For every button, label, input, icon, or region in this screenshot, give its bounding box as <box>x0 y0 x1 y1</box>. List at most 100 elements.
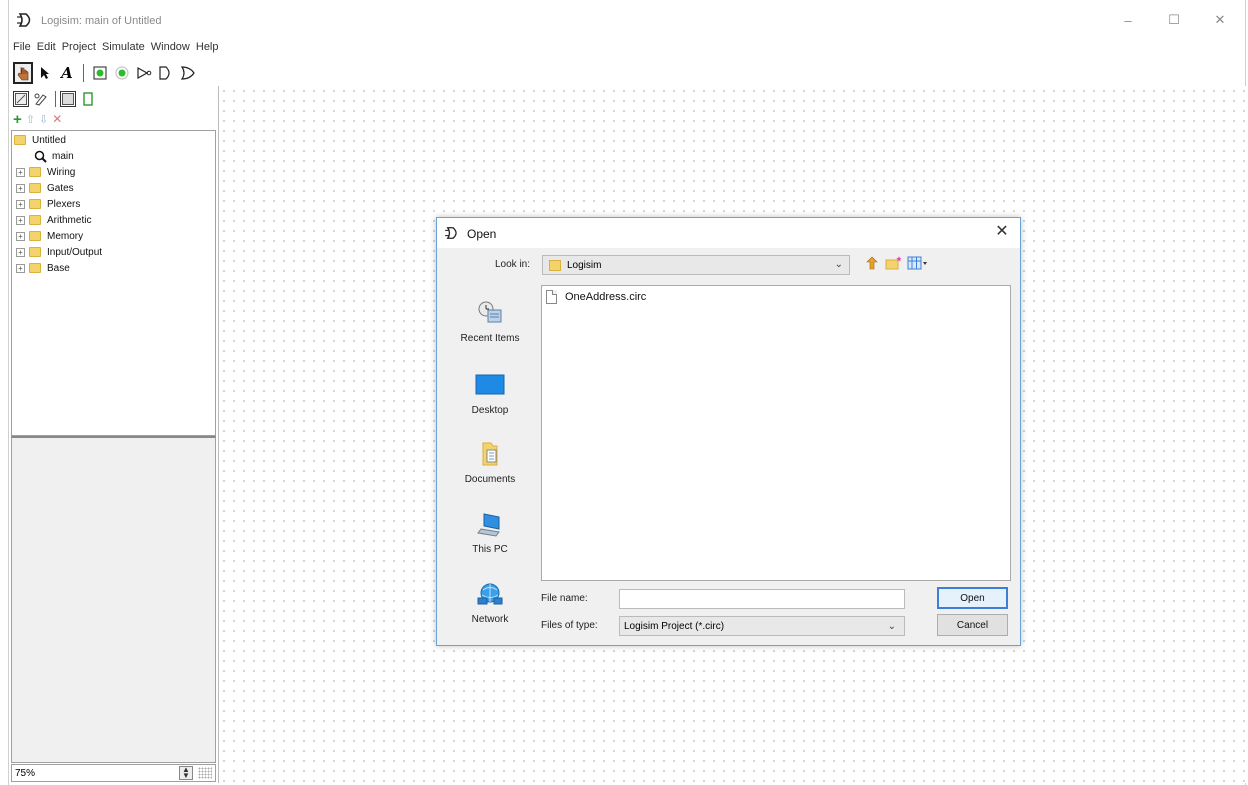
menu-edit[interactable]: Edit <box>37 41 56 53</box>
attribute-panel <box>11 436 216 763</box>
folder-icon <box>29 183 41 193</box>
tree-circuit-main[interactable]: main <box>34 148 74 164</box>
file-list[interactable]: OneAddress.circ <box>541 285 1011 581</box>
menu-bar: File Edit Project Simulate Window Help <box>9 38 1245 56</box>
menu-project[interactable]: Project <box>62 41 96 53</box>
expand-icon[interactable]: + <box>16 215 25 225</box>
tree-library-label: Base <box>47 262 70 274</box>
view-toolbox-button[interactable] <box>60 91 76 107</box>
expand-icon[interactable]: + <box>16 183 25 193</box>
tree-library[interactable]: + Wiring <box>16 164 75 180</box>
dialog-title-bar: Open ✕ <box>437 218 1020 248</box>
zoom-bar: 75% ▲ ▼ <box>11 764 216 782</box>
expand-icon[interactable]: + <box>16 167 25 177</box>
menu-simulate[interactable]: Simulate <box>102 41 145 53</box>
folder-icon <box>29 231 41 241</box>
file-name-label: File name: <box>541 593 588 604</box>
tool-bar: A <box>9 60 198 86</box>
menu-file[interactable]: File <box>13 41 31 53</box>
hand-icon <box>17 66 29 81</box>
text-tool-glyph: A <box>61 64 73 82</box>
dialog-close-button[interactable]: ✕ <box>992 222 1012 242</box>
pen-tool-icon <box>34 93 47 106</box>
open-dialog: Open ✕ Look in: Logisim ⌄ Recent Items D… <box>436 217 1021 646</box>
file-icon <box>546 290 557 304</box>
tree-library-label: Gates <box>47 182 74 194</box>
expand-icon[interactable]: + <box>16 263 25 273</box>
and-gate-button[interactable] <box>156 62 176 84</box>
logisim-app-icon <box>445 227 457 239</box>
files-of-type-dropdown[interactable]: Logisim Project (*.circ) ⌄ <box>619 616 905 636</box>
tree-library[interactable]: + Input/Output <box>16 244 102 260</box>
expand-icon[interactable]: + <box>16 199 25 209</box>
up-folder-icon[interactable] <box>865 256 879 270</box>
view-menu-icon[interactable] <box>907 256 929 270</box>
place-label: This PC <box>472 544 508 555</box>
input-pin-button[interactable] <box>90 62 110 84</box>
folder-icon <box>549 259 561 271</box>
move-down-icon[interactable]: ⇩ <box>39 113 48 126</box>
place-documents[interactable]: Documents <box>445 441 535 501</box>
expand-icon[interactable]: + <box>16 231 25 241</box>
tree-library[interactable]: + Plexers <box>16 196 80 212</box>
maximize-button[interactable]: ☐ <box>1159 10 1189 30</box>
tree-library-label: Memory <box>47 230 84 242</box>
folder-icon <box>14 135 26 145</box>
open-button[interactable]: Open <box>937 587 1008 609</box>
dialog-nav-icons <box>865 256 929 270</box>
layout-toolbar <box>9 88 98 110</box>
or-gate-button[interactable] <box>178 62 198 84</box>
file-name: OneAddress.circ <box>565 291 647 303</box>
select-tool-button[interactable] <box>35 62 55 84</box>
tree-library[interactable]: + Base <box>16 260 70 276</box>
look-in-label: Look in: <box>495 259 531 270</box>
file-name-input[interactable] <box>619 589 905 609</box>
folder-icon <box>29 247 41 257</box>
add-circuit-icon[interactable]: + <box>13 111 22 128</box>
expand-icon[interactable]: + <box>16 247 25 257</box>
tree-project-label: Untitled <box>32 134 66 146</box>
tree-project[interactable]: Untitled <box>14 132 66 148</box>
title-bar: Logisim: main of Untitled – ☐ ✕ <box>9 0 1245 38</box>
zoom-spinner[interactable]: ▲ ▼ <box>179 766 193 780</box>
resize-grip-icon[interactable] <box>198 767 212 779</box>
and-gate-icon <box>159 66 170 80</box>
move-up-icon[interactable]: ⇧ <box>26 113 35 126</box>
tree-library[interactable]: + Gates <box>16 180 74 196</box>
folder-icon <box>29 199 41 209</box>
text-tool-button[interactable]: A <box>57 62 77 84</box>
menu-help[interactable]: Help <box>196 41 219 53</box>
edit-appearance-button[interactable] <box>31 88 51 110</box>
output-pin-button[interactable] <box>112 62 132 84</box>
files-of-type-value: Logisim Project (*.circ) <box>624 620 725 632</box>
or-gate-icon <box>180 66 195 80</box>
toolbar-separator <box>55 91 56 107</box>
project-toolbar: + ⇧ ⇩ ✕ <box>9 110 62 128</box>
place-this-pc[interactable]: This PC <box>445 511 535 571</box>
close-window-button[interactable]: ✕ <box>1205 10 1235 30</box>
output-pin-icon <box>115 66 129 80</box>
file-item[interactable]: OneAddress.circ <box>546 290 646 304</box>
new-folder-icon[interactable] <box>885 256 901 270</box>
cancel-button[interactable]: Cancel <box>937 614 1008 636</box>
recent-items-icon <box>478 301 502 323</box>
place-desktop[interactable]: Desktop <box>445 372 535 432</box>
tree-library[interactable]: + Arithmetic <box>16 212 91 228</box>
place-network[interactable]: Network <box>445 581 535 641</box>
edit-layout-button[interactable] <box>13 91 29 107</box>
chevron-down-icon: ⌄ <box>887 621 896 632</box>
look-in-dropdown[interactable]: Logisim ⌄ <box>542 255 850 275</box>
menu-window[interactable]: Window <box>151 41 190 53</box>
remove-circuit-icon[interactable]: ✕ <box>52 112 62 126</box>
tree-library-label: Arithmetic <box>47 214 92 226</box>
zoom-value: 75% <box>15 767 36 779</box>
minimize-button[interactable]: – <box>1113 10 1143 30</box>
view-simulation-button[interactable] <box>78 88 98 110</box>
magnifier-icon <box>34 150 47 163</box>
not-gate-button[interactable] <box>134 62 154 84</box>
place-recent-items[interactable]: Recent Items <box>445 300 535 360</box>
project-explorer: Untitled main + Wiring + Gates + Plexers… <box>11 130 216 436</box>
poke-tool-button[interactable] <box>13 62 33 84</box>
place-label: Desktop <box>471 405 509 416</box>
tree-library[interactable]: + Memory <box>16 228 83 244</box>
